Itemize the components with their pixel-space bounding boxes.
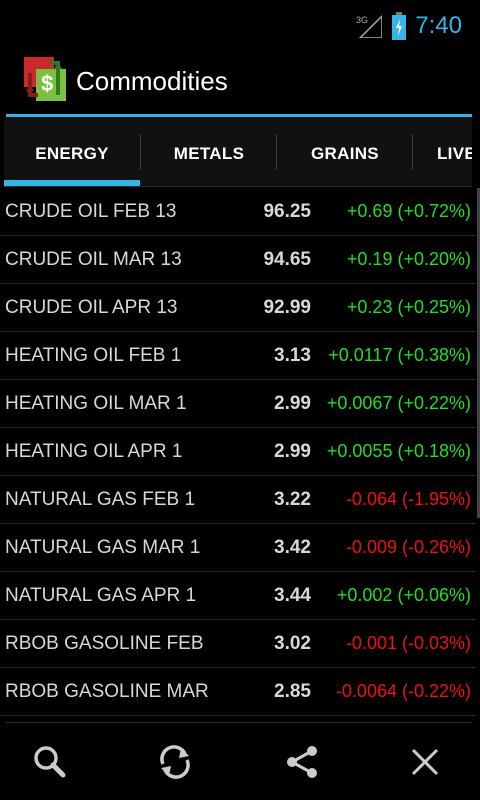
quote-name: CRUDE OIL APR 13 [5,297,178,318]
quote-change: +0.0055 (+0.18%) [326,441,471,461]
quote-price: 3.02 [274,633,311,654]
quote-name: CRUDE OIL MAR 13 [5,249,182,270]
tab-energy[interactable]: ENERGY [4,117,140,186]
quote-change: +0.69 (+0.72%) [346,201,471,221]
tab-label: METALS [173,144,245,163]
quote-row[interactable]: CRUDE OIL FEB 13 96.25 +0.69 (+0.72%) [0,188,476,236]
quote-name: HEATING OIL MAR 1 [5,393,187,414]
quote-change: +0.0117 (+0.38%) [328,345,471,365]
tab-label: GRAINS [311,144,379,163]
clock: 7:40 [415,12,462,39]
bottom-action-bar [0,723,480,800]
quote-price: 2.99 [274,441,311,462]
search-button[interactable] [20,737,80,787]
quote-price: 3.44 [274,585,311,606]
tab-label: LIVE [437,144,472,163]
status-bar: 3G 7:40 [0,0,480,50]
network-type-label: 3G [356,15,368,25]
quote-change: +0.002 (+0.06%) [336,585,471,605]
quote-change: +0.19 (+0.20%) [346,249,471,269]
signal-strength-icon: 3G [356,14,382,38]
tab-selected-indicator [4,180,140,186]
battery-icon [392,12,406,40]
quote-row[interactable]: CRUDE OIL MAR 13 94.65 +0.19 (+0.20%) [0,236,476,284]
tab-live[interactable]: LIVE [413,117,472,186]
quote-price: 94.65 [263,249,311,270]
close-button[interactable] [395,737,455,787]
quote-list[interactable]: CRUDE OIL FEB 13 96.25 +0.69 (+0.72%) CR… [0,188,480,723]
quote-price: 96.25 [263,201,311,222]
quote-name: HEATING OIL FEB 1 [5,345,182,366]
quote-row[interactable]: RBOB GASOLINE FEB 3.02 -0.001 (-0.03%) [0,620,476,668]
share-icon [287,746,317,778]
share-button[interactable] [272,737,332,787]
quote-row[interactable]: NATURAL GAS FEB 1 3.22 -0.064 (-1.95%) [0,476,476,524]
quote-price: 2.99 [274,393,311,414]
tab-label: ENERGY [35,144,109,163]
tab-grains[interactable]: GRAINS [277,117,413,186]
quote-name: NATURAL GAS MAR 1 [5,537,201,558]
quote-row[interactable]: CRUDE OIL APR 13 92.99 +0.23 (+0.25%) [0,284,476,332]
quote-price: 3.13 [274,345,311,366]
quote-name: NATURAL GAS FEB 1 [5,489,196,510]
refresh-button[interactable] [145,737,205,787]
close-icon [411,748,439,776]
commodities-logo-icon[interactable]: $ [22,55,68,105]
quote-price: 3.22 [274,489,311,510]
quote-row[interactable]: HEATING OIL FEB 1 3.13 +0.0117 (+0.38%) [0,332,476,380]
quote-row[interactable]: HEATING OIL APR 1 2.99 +0.0055 (+0.18%) [0,428,476,476]
app-title: Commodities [76,66,228,96]
quote-row[interactable]: RBOB GASOLINE MAR 2.85 -0.0064 (-0.22%) [0,668,476,716]
quote-name: NATURAL GAS APR 1 [5,585,197,606]
quote-row[interactable]: HEATING OIL MAR 1 2.99 +0.0067 (+0.22%) [0,380,476,428]
quote-change: -0.0064 (-0.22%) [335,681,471,701]
action-bar: $ Commodities [0,50,480,116]
refresh-icon [160,745,190,779]
quote-name: RBOB GASOLINE MAR [5,681,209,702]
quote-change: -0.009 (-0.26%) [345,537,471,557]
quote-row[interactable]: NATURAL GAS APR 1 3.44 +0.002 (+0.06%) [0,572,476,620]
quote-change: +0.0067 (+0.22%) [326,393,471,413]
svg-text:$: $ [41,71,53,96]
quote-change: -0.064 (-1.95%) [345,489,471,509]
quote-price: 92.99 [263,297,311,318]
quote-change: -0.001 (-0.03%) [345,633,471,653]
quote-price: 2.85 [274,681,311,702]
tab-metals[interactable]: METALS [141,117,277,186]
quote-change: +0.23 (+0.25%) [346,297,471,317]
quote-name: HEATING OIL APR 1 [5,441,183,462]
quote-price: 3.42 [274,537,311,558]
search-icon [34,746,66,778]
quote-name: RBOB GASOLINE FEB [5,633,204,654]
quote-name: CRUDE OIL FEB 13 [5,201,177,222]
tab-bar: ENERGY METALS GRAINS LIVE [4,117,472,187]
quote-row[interactable]: NATURAL GAS MAR 1 3.42 -0.009 (-0.26%) [0,524,476,572]
